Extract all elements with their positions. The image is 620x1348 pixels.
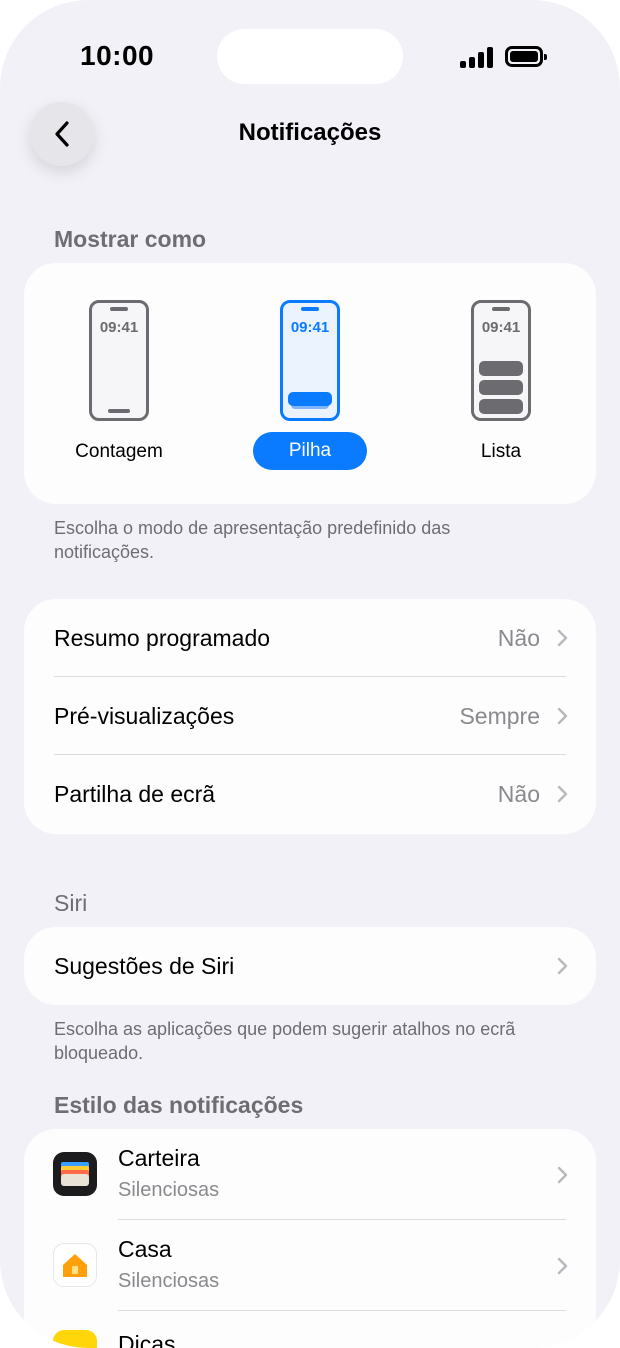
chevron-right-icon <box>557 1166 568 1183</box>
app-status: Silenciosas <box>118 1179 220 1201</box>
chevron-right-icon <box>557 957 568 975</box>
settings-card: Resumo programado Não Pré-visualizações … <box>24 599 596 834</box>
row-label: Sugestões de Siri <box>54 952 235 979</box>
count-preview-clock: 09:41 <box>99 319 139 336</box>
chevron-right-icon <box>557 707 568 725</box>
app-row-wallet[interactable]: Carteira Silenciosas <box>24 1129 596 1220</box>
row-previews[interactable]: Pré-visualizações Sempre <box>24 677 596 755</box>
count-phone-preview: 09:41 <box>89 300 149 421</box>
siri-card: Sugestões de Siri <box>24 927 596 1005</box>
chevron-right-icon <box>557 785 568 803</box>
battery-icon <box>505 46 547 67</box>
row-siri-suggestions[interactable]: Sugestões de Siri <box>24 927 596 1005</box>
row-value: Não <box>497 780 540 807</box>
page-title: Notificações <box>238 119 382 146</box>
mode-label-count: Contagem <box>75 441 163 462</box>
section-header-siri: Siri <box>54 890 88 916</box>
notification-style-card: Carteira Silenciosas Casa Silenciosas Di… <box>24 1129 596 1348</box>
app-name: Dicas <box>118 1331 176 1348</box>
app-name: Carteira <box>118 1145 200 1171</box>
tips-icon <box>53 1330 97 1348</box>
row-label: Resumo programado <box>54 624 271 651</box>
display-mode-card: 09:41 Contagem 09:41 Pilha 09:41 Lista <box>24 263 596 504</box>
section-header-show-as: Mostrar como <box>54 226 207 252</box>
show-as-footnote: Escolha o modo de apresentação predefini… <box>54 518 451 562</box>
app-row-home[interactable]: Casa Silenciosas <box>24 1220 596 1311</box>
phone-screen: 10:00 Notificações Mostrar como 09:41 Co… <box>0 0 620 1348</box>
mode-option-list[interactable]: 09:41 Lista <box>421 263 581 504</box>
section-header-notification-style: Estilo das notificações <box>54 1092 304 1118</box>
chevron-right-icon <box>557 1257 568 1274</box>
row-value: Sempre <box>459 702 540 729</box>
row-label: Pré-visualizações <box>54 702 235 729</box>
stack-preview-clock: 09:41 <box>290 319 330 336</box>
mode-option-count[interactable]: 09:41 Contagem <box>39 263 199 504</box>
cellular-signal-icon <box>460 46 494 68</box>
mode-label-list: Lista <box>480 441 522 462</box>
chevron-right-icon <box>557 629 568 647</box>
row-scheduled-summary[interactable]: Resumo programado Não <box>24 599 596 677</box>
list-phone-preview: 09:41 <box>471 300 531 421</box>
row-screen-sharing[interactable]: Partilha de ecrã Não <box>24 755 596 833</box>
status-time: 10:00 <box>80 40 155 71</box>
app-row-tips[interactable]: Dicas <box>24 1311 596 1348</box>
home-icon <box>53 1243 97 1287</box>
row-label: Partilha de ecrã <box>54 780 216 807</box>
dynamic-island <box>217 29 403 84</box>
siri-footnote: Escolha as aplicações que podem sugerir … <box>54 1019 516 1063</box>
app-name: Casa <box>118 1236 172 1262</box>
mode-label-stack: Pilha <box>253 432 367 470</box>
row-value: Não <box>497 624 540 651</box>
app-status: Silenciosas <box>118 1270 220 1292</box>
mode-option-stack[interactable]: 09:41 Pilha <box>230 263 390 504</box>
wallet-icon <box>53 1152 97 1196</box>
list-preview-clock: 09:41 <box>481 319 521 336</box>
stack-phone-preview: 09:41 <box>280 300 340 421</box>
